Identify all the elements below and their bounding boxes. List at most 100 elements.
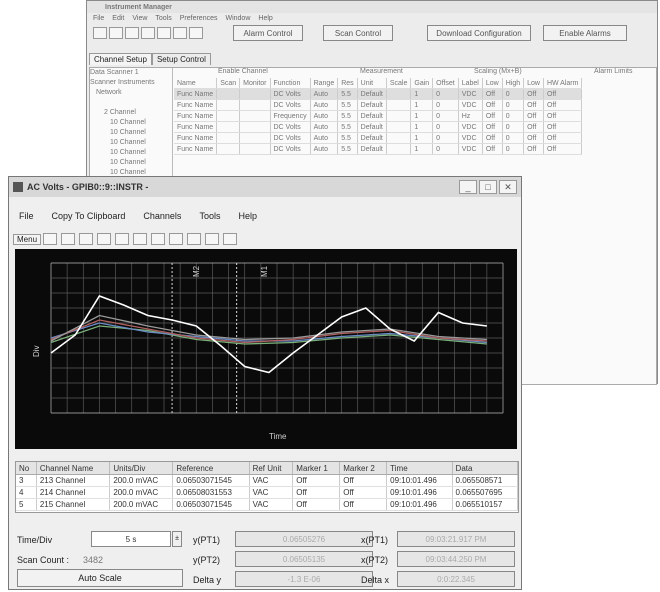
bg-table-row[interactable]: Func Name Frequency Auto 5.5 Default 1 0 Hz Off 0… bbox=[174, 110, 583, 122]
bg-menu-window[interactable]: Window bbox=[225, 15, 250, 22]
marker-cell: Off bbox=[339, 486, 388, 499]
marker-table-panel: No Channel Name Units/Div Reference Ref … bbox=[15, 461, 519, 513]
bg-table-cell: Off bbox=[482, 132, 503, 144]
tree-item[interactable]: 10 Channel bbox=[90, 128, 172, 138]
bg-table-cell: 5.5 bbox=[337, 121, 358, 133]
bg-table-cell: Off bbox=[482, 110, 503, 122]
marker-m1-label: M1 bbox=[260, 265, 269, 277]
grid-toggle-icon[interactable] bbox=[169, 233, 184, 245]
menu-help[interactable]: Help bbox=[238, 211, 257, 221]
bg-table-cell: Func Name bbox=[174, 143, 218, 155]
bg-table-row[interactable]: Func Name DC Volts Auto 5.5 Default 1 0 VDC Off 0… bbox=[174, 121, 583, 133]
bg-table-cell: 0 bbox=[432, 121, 459, 133]
marker-cell: 0.06508031553 bbox=[172, 486, 250, 499]
bg-table-cell: Default bbox=[357, 121, 387, 133]
col-time: Time bbox=[386, 462, 453, 475]
print-icon[interactable] bbox=[61, 233, 76, 245]
time-div-input[interactable]: 5 s bbox=[91, 531, 171, 547]
alarm-control-button[interactable]: Alarm Control bbox=[233, 25, 303, 41]
spin-icon[interactable]: ± bbox=[172, 531, 182, 547]
bg-col-header: Low bbox=[482, 78, 503, 89]
bg-table-cell: Off bbox=[543, 143, 583, 155]
enable-alarms-button[interactable]: Enable Alarms bbox=[543, 25, 627, 41]
window-title: AC Volts - GPIB0::9::INSTR - bbox=[27, 182, 149, 192]
grid-icon[interactable] bbox=[157, 27, 171, 39]
minimize-icon[interactable]: _ bbox=[459, 180, 477, 194]
bg-table-cell: Off bbox=[523, 143, 544, 155]
new-icon[interactable] bbox=[93, 27, 107, 39]
maximize-icon[interactable]: □ bbox=[479, 180, 497, 194]
zoom-icon[interactable] bbox=[79, 233, 94, 245]
tab-setup-control[interactable]: Setup Control bbox=[151, 53, 211, 65]
tree-item[interactable]: 10 Channel bbox=[90, 138, 172, 148]
scan-control-button[interactable]: Scan Control bbox=[323, 25, 393, 41]
menu-tools[interactable]: Tools bbox=[199, 211, 220, 221]
marker-cell: Off bbox=[292, 498, 341, 511]
marker-table: No Channel Name Units/Div Reference Ref … bbox=[16, 462, 518, 511]
marker-icon[interactable] bbox=[115, 233, 130, 245]
bg-table-cell: 1 bbox=[410, 110, 434, 122]
open-icon[interactable] bbox=[109, 27, 123, 39]
bg-table-cell bbox=[216, 110, 241, 122]
bg-table-row[interactable]: Func Name DC Volts Auto 5.5 Default 1 0 VDC Off 0… bbox=[174, 132, 583, 144]
menu-toggle-button[interactable]: Menu bbox=[13, 233, 42, 245]
bg-menu-edit[interactable]: Edit bbox=[112, 15, 124, 22]
tab-channel-setup[interactable]: Channel Setup bbox=[89, 53, 152, 65]
bg-table-cell: Hz bbox=[458, 110, 483, 122]
print-icon[interactable] bbox=[189, 27, 203, 39]
marker-cell: Off bbox=[292, 474, 341, 487]
bg-table-row[interactable]: Func Name DC Volts Auto 5.5 Default 1 0 VDC Off 0… bbox=[174, 99, 583, 111]
bg-menu-preferences[interactable]: Preferences bbox=[180, 15, 218, 22]
x1-label: x(PT1) bbox=[361, 535, 388, 545]
bg-menu-file[interactable]: File bbox=[93, 15, 104, 22]
bg-table-cell: Off bbox=[523, 99, 544, 111]
bg-table-row[interactable]: Func Name DC Volts Auto 5.5 Default 1 0 VDC Off 0… bbox=[174, 88, 583, 100]
pan-icon[interactable] bbox=[97, 233, 112, 245]
marker-row[interactable]: 3 213 Channel 200.0 mVAC 0.06503071545 VAC Of… bbox=[16, 474, 518, 487]
bg-table-cell bbox=[386, 143, 412, 155]
tree-item[interactable]: 10 Channel bbox=[90, 158, 172, 168]
bg-toolbar bbox=[93, 27, 205, 39]
menu-file[interactable]: File bbox=[19, 211, 34, 221]
x2-field: 09:03:44.250 PM bbox=[397, 551, 515, 567]
table-icon[interactable] bbox=[187, 233, 202, 245]
marker-cell: 5 bbox=[16, 498, 37, 511]
autoscale-icon[interactable] bbox=[151, 233, 166, 245]
save-icon[interactable] bbox=[125, 27, 139, 39]
close-icon[interactable]: ✕ bbox=[499, 180, 517, 194]
marker-row[interactable]: 5 215 Channel 200.0 mVAC 0.06503071545 VAC Of… bbox=[16, 498, 518, 511]
menu-channels[interactable]: Channels bbox=[143, 211, 181, 221]
marker-cell: Off bbox=[339, 474, 388, 487]
cross-icon[interactable] bbox=[223, 233, 238, 245]
bg-table-cell bbox=[386, 132, 412, 144]
auto-scale-button[interactable]: Auto Scale bbox=[17, 569, 183, 587]
bg-table-cell bbox=[239, 88, 271, 100]
tree-item[interactable]: 10 Channel bbox=[90, 148, 172, 158]
tree-item[interactable]: Network bbox=[90, 88, 172, 98]
bg-table-cell: 1 bbox=[410, 88, 434, 100]
marker-row[interactable]: 4 214 Channel 200.0 mVAC 0.06508031553 VAC Of… bbox=[16, 486, 518, 499]
tree-item[interactable]: Data Scanner 1 bbox=[90, 68, 172, 78]
tree-item[interactable]: 2 Channel bbox=[90, 108, 172, 118]
col-ref-unit: Ref Unit bbox=[249, 462, 294, 475]
tree-item[interactable]: 10 Channel bbox=[90, 118, 172, 128]
tree-item[interactable]: Scanner Instruments bbox=[90, 78, 172, 88]
bg-menu-help[interactable]: Help bbox=[258, 15, 272, 22]
copy-icon[interactable] bbox=[43, 233, 58, 245]
marker-cell: VAC bbox=[249, 498, 294, 511]
bg-table-cell: Off bbox=[543, 99, 583, 111]
download-configuration-button[interactable]: Download Configuration bbox=[427, 25, 531, 41]
delta-y-label: Delta y bbox=[193, 575, 222, 585]
col-channel-name: Channel Name bbox=[36, 462, 111, 475]
bg-menu-view[interactable]: View bbox=[132, 15, 147, 22]
scan-icon[interactable] bbox=[141, 27, 155, 39]
marker-cell: 0.065510157 bbox=[452, 498, 518, 511]
search-icon[interactable] bbox=[205, 233, 220, 245]
bg-table-cell: DC Volts bbox=[270, 88, 311, 100]
scale-icon[interactable] bbox=[133, 233, 148, 245]
trend-chart[interactable]: M2 M1 Div Time bbox=[15, 249, 517, 449]
menu-copy-to-clipboard[interactable]: Copy To Clipboard bbox=[52, 211, 126, 221]
chart-icon[interactable] bbox=[173, 27, 187, 39]
bg-table-row[interactable]: Func Name DC Volts Auto 5.5 Default 1 0 VDC Off 0… bbox=[174, 143, 583, 155]
bg-menu-tools[interactable]: Tools bbox=[155, 15, 171, 22]
